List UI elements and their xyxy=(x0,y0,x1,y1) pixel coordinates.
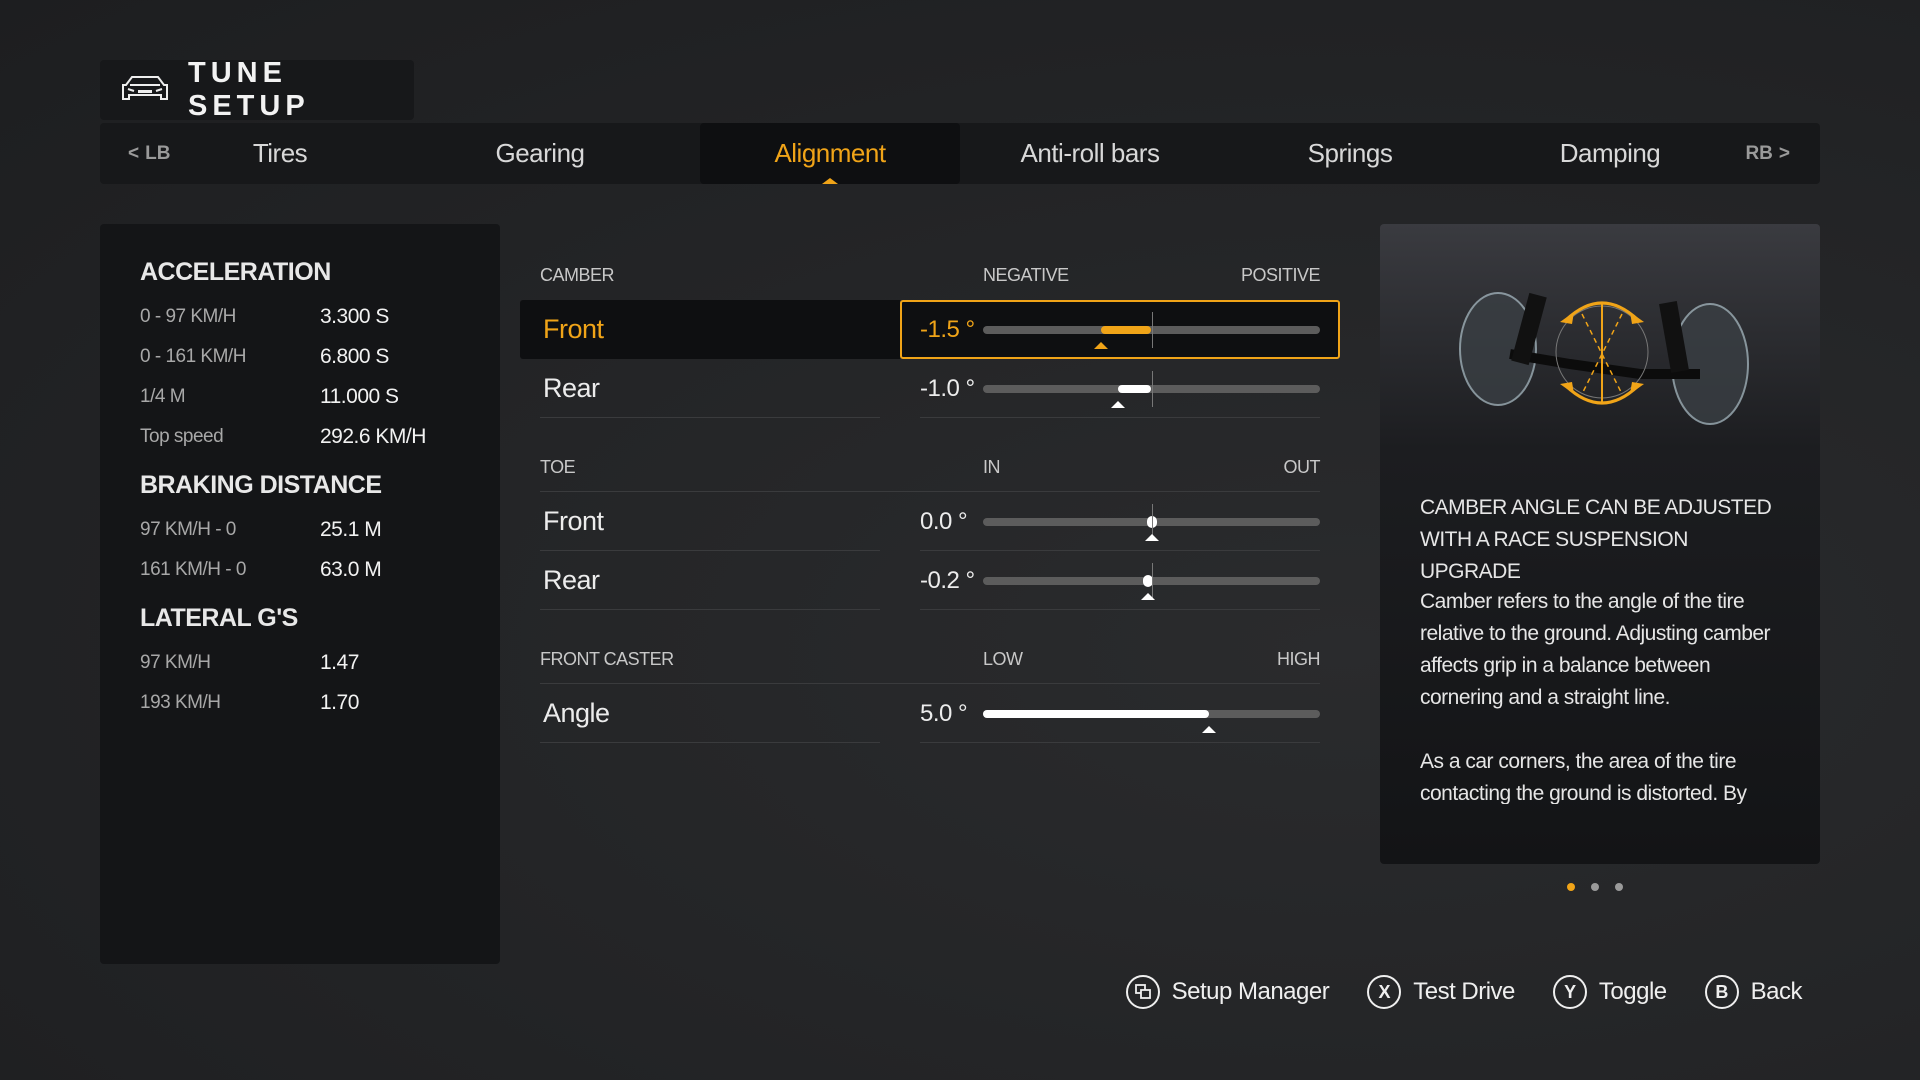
slider-fill xyxy=(983,710,1209,718)
view-button-icon xyxy=(1125,975,1160,1009)
slider-fill xyxy=(1117,385,1152,393)
tab-gearing[interactable]: Gearing xyxy=(410,123,670,184)
stat-row: 161 KM/H - 0 63.0 M xyxy=(140,558,382,581)
toggle-button[interactable]: Y Toggle xyxy=(1552,975,1667,1009)
tab-tires[interactable]: Tires xyxy=(150,123,410,184)
stat-row: Top speed 292.6 KM/H xyxy=(140,425,426,448)
info-body[interactable]: Camber refers to the angle of the tire r… xyxy=(1420,586,1790,804)
tab-alignment[interactable]: Alignment xyxy=(700,123,960,184)
b-button-icon: B xyxy=(1704,975,1739,1009)
page-title: TUNE SETUP xyxy=(188,57,310,122)
tab-damping[interactable]: Damping xyxy=(1480,123,1740,184)
slider-track[interactable] xyxy=(983,710,1320,718)
back-button[interactable]: B Back xyxy=(1704,975,1803,1009)
chevron-right-icon: > xyxy=(1778,142,1790,164)
caster-angle-slider[interactable]: Angle 5.0 ° xyxy=(520,684,1340,743)
stat-row: 0 - 97 KM/H 3.300 S xyxy=(140,305,389,328)
page-header: TUNE SETUP xyxy=(100,57,414,122)
test-drive-button[interactable]: X Test Drive xyxy=(1367,975,1515,1009)
stat-row: 97 KM/H - 0 25.1 M xyxy=(140,518,382,541)
tab-bar: < LB Tires Gearing Alignment Anti-roll b… xyxy=(100,123,1820,184)
alignment-settings: CAMBER NEGATIVE POSITIVE Front -1.5 ° Re… xyxy=(520,250,1340,743)
tab-springs[interactable]: Springs xyxy=(1220,123,1480,184)
slider-fill xyxy=(1100,326,1152,334)
x-button-icon: X xyxy=(1367,975,1402,1009)
toe-section-header: TOE IN OUT xyxy=(520,442,1340,492)
slider-marker-icon xyxy=(1201,726,1216,733)
active-tab-caret-icon xyxy=(822,178,838,184)
braking-heading: BRAKING DISTANCE xyxy=(140,471,382,499)
page-dot[interactable] xyxy=(1615,883,1623,891)
center-tick xyxy=(1151,371,1153,407)
y-button-icon: Y xyxy=(1552,975,1587,1009)
button-prompts: Setup Manager X Test Drive Y Toggle B Ba… xyxy=(1125,975,1803,1009)
stat-row: 0 - 161 KM/H 6.800 S xyxy=(140,345,389,368)
slider-marker-icon xyxy=(1110,401,1125,408)
acceleration-heading: ACCELERATION xyxy=(140,258,331,286)
info-panel: CAMBER ANGLE CAN BE ADJUSTED WITH A RACE… xyxy=(1380,224,1820,864)
camber-rear-slider[interactable]: Rear -1.0 ° xyxy=(520,359,1340,418)
slider-marker-icon xyxy=(1093,342,1108,349)
slider-marker-icon xyxy=(1141,593,1156,600)
camber-front-slider[interactable]: Front -1.5 ° xyxy=(520,300,1340,359)
slider-marker-icon xyxy=(1144,534,1159,541)
stat-row: 97 KM/H 1.47 xyxy=(140,651,359,674)
tab-anti-roll-bars[interactable]: Anti-roll bars xyxy=(960,123,1220,184)
performance-stats-panel: ACCELERATION 0 - 97 KM/H 3.300 S 0 - 161 … xyxy=(100,224,500,964)
suspension-illustration xyxy=(1459,292,1749,425)
info-title: CAMBER ANGLE CAN BE ADJUSTED WITH A RACE… xyxy=(1420,496,1772,583)
toe-rear-slider[interactable]: Rear -0.2 ° xyxy=(520,551,1340,610)
caster-section-header: FRONT CASTER LOW HIGH xyxy=(520,634,1340,684)
chevron-left-icon: < xyxy=(128,142,140,164)
stat-row: 1/4 M 11.000 S xyxy=(140,385,399,408)
lateral-g-heading: LATERAL G'S xyxy=(140,604,298,632)
info-pager xyxy=(1567,883,1623,891)
car-front-icon xyxy=(120,73,170,108)
page-dot[interactable] xyxy=(1591,883,1599,891)
page-dot[interactable] xyxy=(1567,883,1575,891)
setup-manager-button[interactable]: Setup Manager xyxy=(1125,975,1330,1009)
next-tab-bumper[interactable]: RB > xyxy=(1745,123,1790,184)
center-tick xyxy=(1151,312,1153,348)
toe-front-slider[interactable]: Front 0.0 ° xyxy=(520,492,1340,551)
stat-row: 193 KM/H 1.70 xyxy=(140,691,359,714)
camber-section-header: CAMBER NEGATIVE POSITIVE xyxy=(540,264,1321,285)
